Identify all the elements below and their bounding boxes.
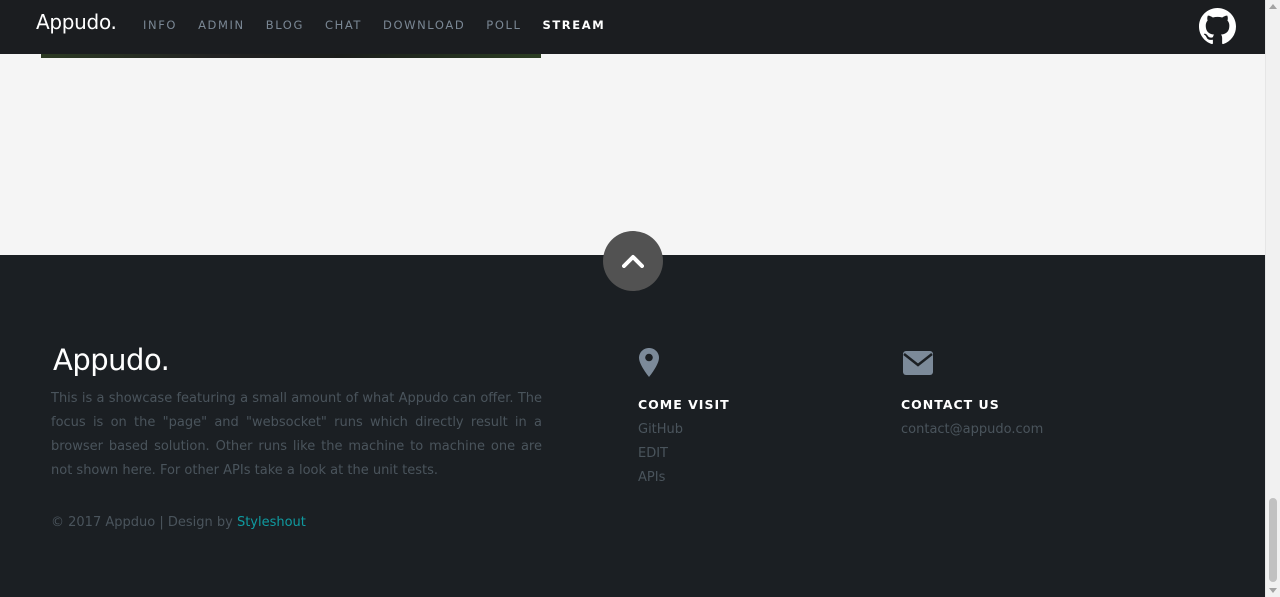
github-link[interactable]: GitHub — [638, 418, 730, 442]
nav-item-poll[interactable]: POLL — [486, 18, 521, 32]
site-logo[interactable]: Appudo. — [36, 10, 117, 34]
come-visit-section: COME VISIT GitHub EDIT APIs — [638, 347, 730, 490]
page-scrollbar[interactable] — [1265, 0, 1280, 597]
nav-item-stream[interactable]: STREAM — [542, 18, 605, 32]
top-navbar: Appudo. INFO ADMIN BLOG CHAT DOWNLOAD PO… — [0, 0, 1265, 54]
styleshout-link[interactable]: Styleshout — [237, 515, 306, 530]
media-preview-edge — [41, 54, 541, 58]
contact-links: contact@appudo.com — [901, 418, 1043, 442]
map-pin-icon — [639, 348, 659, 377]
github-icon[interactable] — [1199, 8, 1236, 45]
main-nav: INFO ADMIN BLOG CHAT DOWNLOAD POLL STREA… — [143, 18, 626, 32]
scroll-up-arrow[interactable] — [1269, 4, 1277, 9]
contact-title: CONTACT US — [901, 397, 1000, 412]
scroll-thumb[interactable] — [1269, 498, 1277, 582]
scroll-down-arrow[interactable] — [1269, 588, 1277, 593]
contact-section: CONTACT US contact@appudo.com — [901, 347, 1043, 442]
go-top-button[interactable] — [603, 231, 663, 291]
nav-item-admin[interactable]: ADMIN — [198, 18, 245, 32]
copyright-text: © 2017 Appduo | Design by — [51, 515, 237, 530]
nav-item-download[interactable]: DOWNLOAD — [383, 18, 465, 32]
envelope-icon — [903, 351, 933, 375]
nav-item-chat[interactable]: CHAT — [325, 18, 362, 32]
content-area — [0, 54, 1265, 255]
come-visit-links: GitHub EDIT APIs — [638, 418, 730, 490]
nav-item-info[interactable]: INFO — [143, 18, 177, 32]
footer-description: This is a showcase featuring a small amo… — [51, 391, 542, 478]
apis-link[interactable]: APIs — [638, 466, 730, 490]
nav-item-blog[interactable]: BLOG — [266, 18, 304, 32]
footer-logo: Appudo. — [53, 343, 170, 377]
come-visit-title: COME VISIT — [638, 397, 730, 412]
contact-email-link[interactable]: contact@appudo.com — [901, 418, 1043, 442]
footer-copyright: © 2017 Appduo | Design by Styleshout — [51, 515, 306, 530]
chevron-up-icon — [622, 255, 644, 268]
edit-link[interactable]: EDIT — [638, 442, 730, 466]
